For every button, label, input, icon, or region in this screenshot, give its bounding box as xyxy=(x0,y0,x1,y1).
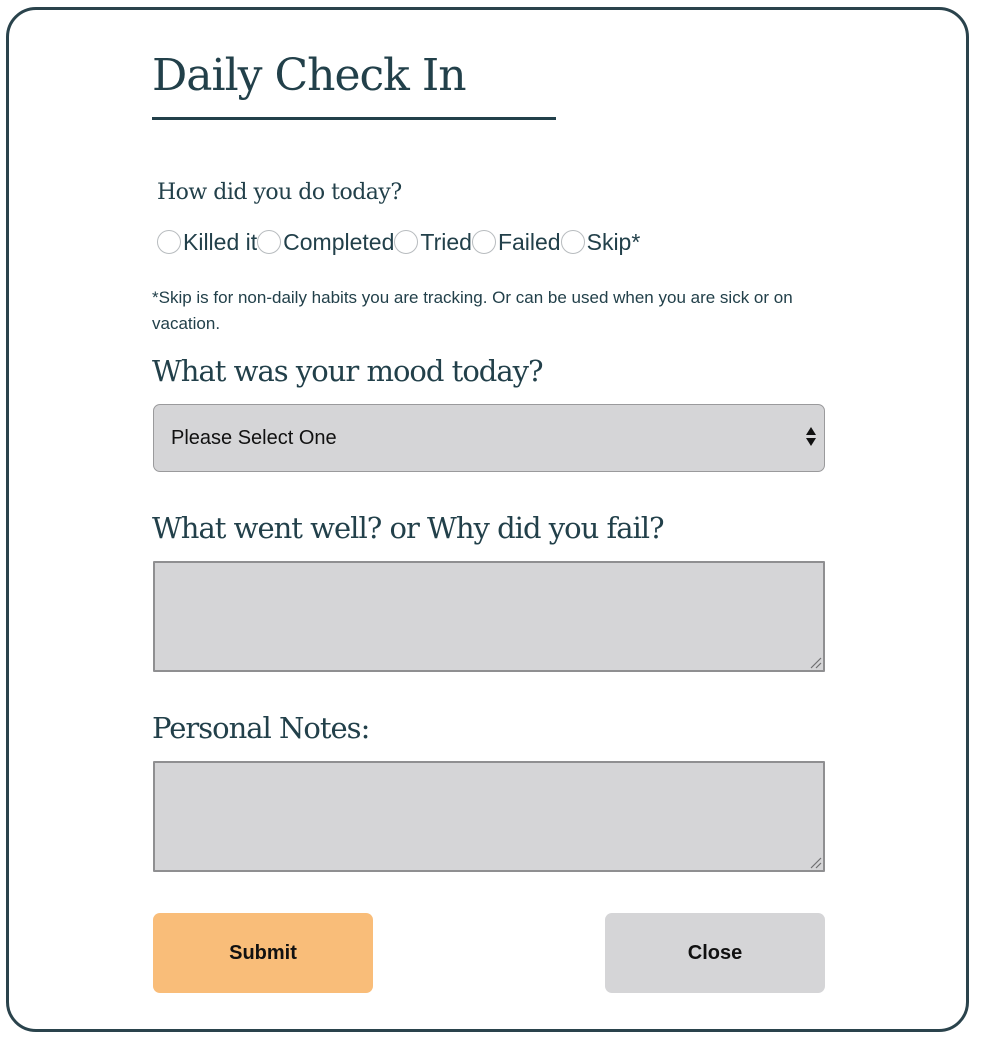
radio-option-killed-it[interactable]: Killed it xyxy=(157,227,257,257)
notes-label: Personal Notes: xyxy=(152,711,370,745)
close-button[interactable]: Close xyxy=(605,913,825,993)
skip-note: *Skip is for non-daily habits you are tr… xyxy=(152,288,793,333)
mood-question-label: What was your mood today? xyxy=(152,354,544,388)
radio-label: Killed it xyxy=(183,229,258,255)
status-radio-group: Killed it Completed Tried Failed Skip* xyxy=(157,227,640,257)
radio-option-completed[interactable]: Completed xyxy=(257,227,394,257)
mood-select-value: Please Select One xyxy=(171,426,337,449)
status-question-label: How did you do today? xyxy=(157,180,402,205)
radio-label: Failed xyxy=(497,229,561,255)
radio-option-skip[interactable]: Skip* xyxy=(560,227,641,257)
reflection-textarea[interactable] xyxy=(153,561,825,672)
mood-select[interactable]: Please Select One xyxy=(153,404,825,472)
notes-textarea[interactable] xyxy=(153,761,825,872)
reflection-question-label: What went well? or Why did you fail? xyxy=(152,511,665,545)
radio-button[interactable] xyxy=(157,230,181,254)
resize-grip-icon[interactable] xyxy=(808,855,822,869)
radio-label: Completed xyxy=(283,229,395,255)
radio-option-failed[interactable]: Failed xyxy=(471,227,561,257)
radio-option-tried[interactable]: Tried xyxy=(394,227,472,257)
close-button-label: Close xyxy=(687,941,743,964)
radio-button[interactable] xyxy=(471,230,496,254)
radio-label: Skip* xyxy=(586,229,641,255)
radio-button[interactable] xyxy=(394,230,419,254)
select-arrows-icon xyxy=(806,427,816,446)
page-title: Daily Check In xyxy=(152,50,467,101)
submit-button[interactable]: Submit xyxy=(153,913,373,993)
radio-button[interactable] xyxy=(257,230,282,254)
title-underline xyxy=(152,117,556,120)
radio-button[interactable] xyxy=(560,230,585,254)
resize-grip-icon[interactable] xyxy=(808,655,822,669)
submit-button-label: Submit xyxy=(229,941,297,964)
radio-label: Tried xyxy=(420,229,472,255)
